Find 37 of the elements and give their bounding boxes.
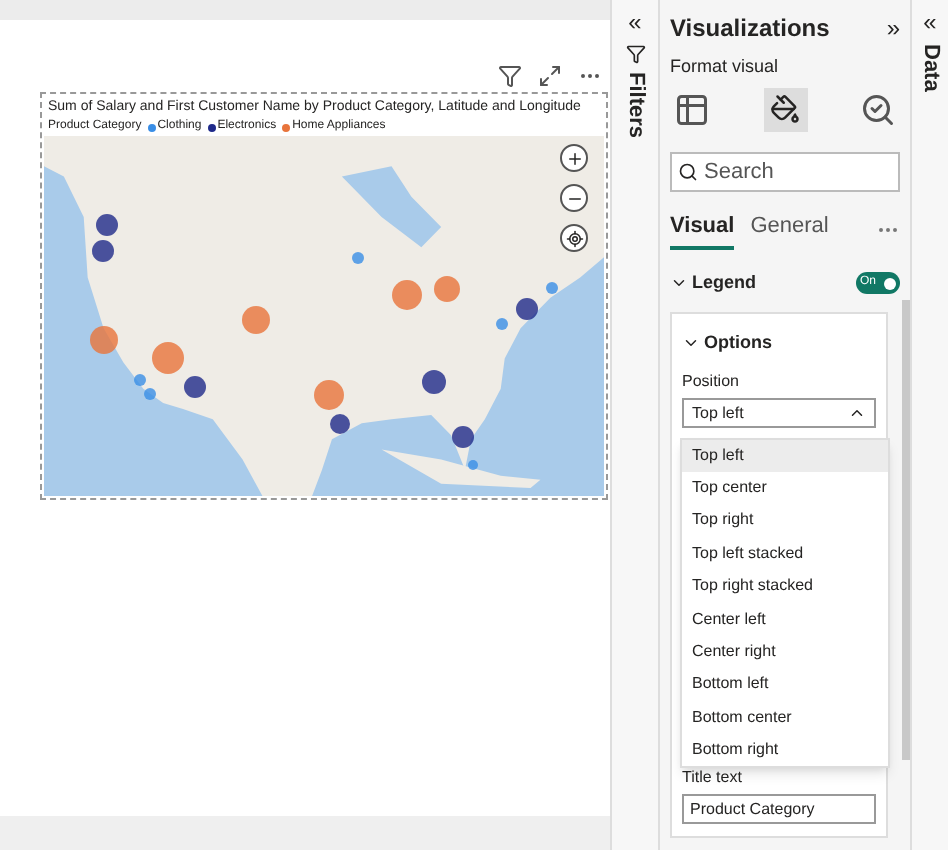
title-text-field[interactable]: Product Category — [682, 794, 876, 824]
dropdown-option[interactable]: Bottom left — [682, 668, 888, 702]
expand-button[interactable]: » — [886, 14, 900, 42]
title-text-label: Title text — [682, 766, 744, 790]
dropdown-option[interactable]: Top right — [682, 504, 888, 538]
pane-subtitle: Format visual — [670, 54, 781, 80]
dropdown-option[interactable]: Bottom center — [682, 701, 888, 735]
options-section-toggle[interactable]: Options — [682, 329, 876, 356]
plus-icon — [565, 149, 583, 167]
build-visual-icon[interactable] — [674, 91, 710, 127]
collapse-data-button[interactable]: « — [923, 8, 937, 36]
search-field[interactable]: Search — [670, 151, 900, 191]
dropdown-option[interactable]: Top right stacked — [682, 570, 888, 603]
dropdown-option[interactable]: Center right — [682, 635, 888, 669]
dropdown-option[interactable]: Top center — [682, 471, 888, 505]
dropdown-option[interactable]: Top left — [682, 439, 888, 472]
dropdown-option[interactable]: Bottom right — [682, 734, 888, 767]
tab[interactable]: General — [750, 209, 829, 250]
format-visual-tab[interactable] — [763, 87, 807, 131]
analytics-icon[interactable] — [860, 91, 896, 127]
position-label: Position — [682, 370, 741, 394]
position-dropdown[interactable]: Top left — [682, 398, 876, 428]
search-icon — [678, 161, 698, 181]
dropdown-option[interactable]: Top left stacked — [682, 537, 888, 571]
legend-section-toggle[interactable]: Legend — [670, 270, 757, 297]
filter-icon — [625, 44, 645, 64]
data-pane-title[interactable]: Data — [913, 44, 947, 92]
chevron-up-icon — [848, 404, 866, 422]
filter-icon[interactable] — [498, 64, 522, 88]
focus-mode-icon[interactable] — [538, 64, 562, 88]
map-bubble — [467, 459, 477, 469]
collapse-filters-button[interactable]: « — [628, 8, 642, 36]
filters-pane-title[interactable]: Filters — [618, 72, 652, 139]
tab[interactable]: Visual — [670, 209, 735, 250]
locate-icon — [565, 229, 583, 247]
dropdown-option[interactable]: Center left — [682, 602, 888, 636]
pane-title: Visualizations — [670, 12, 830, 46]
